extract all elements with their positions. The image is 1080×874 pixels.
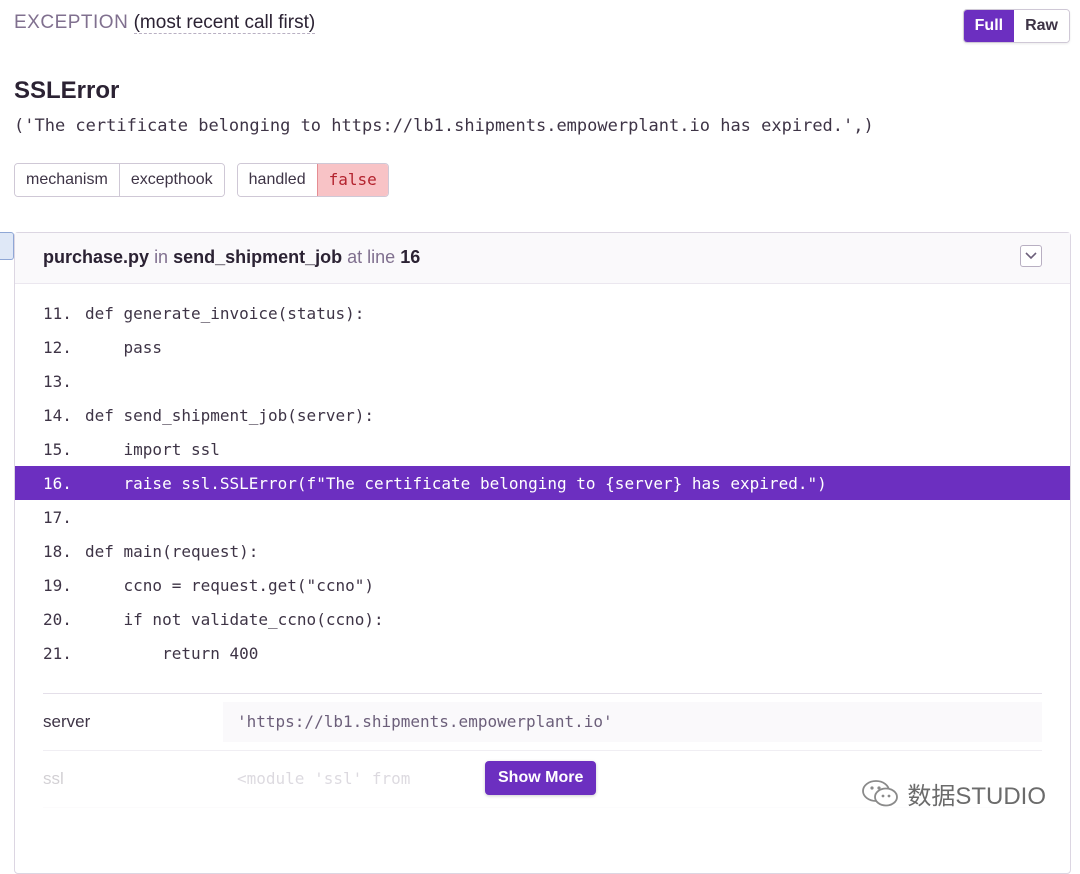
code-line: 13. <box>15 364 1070 398</box>
raw-view-button[interactable]: Raw <box>1014 10 1069 42</box>
frame-line-number: 16 <box>400 247 421 267</box>
code-text: ccno = request.get("ccno") <box>85 575 374 595</box>
code-text: def generate_invoice(status): <box>85 303 365 323</box>
line-number: 12. <box>43 337 72 357</box>
frame-header[interactable]: purchase.py in send_shipment_job at line… <box>15 233 1070 284</box>
line-number: 13. <box>43 371 72 391</box>
frame-at-line-word: at line <box>347 247 396 267</box>
variable-name: server <box>43 712 91 731</box>
line-number: 16. <box>43 473 72 493</box>
handled-tag[interactable]: handled false <box>236 163 389 197</box>
code-text: return 400 <box>85 643 259 663</box>
watermark-text: 数据STUDIO <box>907 783 1046 810</box>
code-line: 12. pass <box>15 330 1070 364</box>
code-line: 19. ccno = request.get("ccno") <box>15 568 1070 602</box>
code-line: 11. def generate_invoice(status): <box>15 296 1070 330</box>
exception-value: ('The certificate belonging to https://l… <box>14 116 874 136</box>
tag-key: handled <box>237 164 317 196</box>
chevron-down-icon <box>1025 252 1037 260</box>
code-line: 21. return 400 <box>15 636 1070 670</box>
wechat-icon <box>862 779 899 806</box>
code-text: import ssl <box>85 439 220 459</box>
frame-title: purchase.py in send_shipment_job at line… <box>43 247 420 268</box>
code-text: raise ssl.SSLError(f"The certificate bel… <box>85 473 827 493</box>
exception-header: EXCEPTION (most recent call first) <box>14 12 316 34</box>
frame-in-word: in <box>154 247 169 267</box>
code-context: 11. def generate_invoice(status): 12. pas… <box>15 296 1070 670</box>
line-number: 20. <box>43 609 72 629</box>
code-text: def main(request): <box>85 541 259 561</box>
code-line: 18. def main(request): <box>15 534 1070 568</box>
call-order-label[interactable]: (most recent call first) <box>133 12 316 34</box>
code-text: if not validate_ccno(ccno): <box>85 609 384 629</box>
frame-marker-icon <box>0 232 14 260</box>
variable-value: 'https://lb1.shipments.empowerplant.io' <box>223 702 1042 742</box>
line-number: 18. <box>43 541 72 561</box>
line-number: 19. <box>43 575 72 595</box>
exception-section-label: EXCEPTION <box>14 12 129 33</box>
mechanism-tags: mechanism excepthook handled false <box>14 163 389 197</box>
variable-name: ssl <box>43 769 64 788</box>
full-view-button[interactable]: Full <box>963 10 1015 42</box>
watermark: 数据STUDIO <box>861 776 1046 811</box>
frame-function: send_shipment_job <box>173 247 343 267</box>
mechanism-tag[interactable]: mechanism excepthook <box>14 163 225 197</box>
view-toggle: Full Raw <box>962 9 1070 43</box>
collapse-frame-button[interactable] <box>1020 245 1042 267</box>
tag-value: excepthook <box>119 164 224 196</box>
line-number: 17. <box>43 507 72 527</box>
code-line: 17. <box>15 500 1070 534</box>
line-number: 11. <box>43 303 72 323</box>
code-line: 20. if not validate_ccno(ccno): <box>15 602 1070 636</box>
exception-type: SSLError <box>14 77 120 104</box>
code-line: 15. import ssl <box>15 432 1070 466</box>
line-number: 21. <box>43 643 72 663</box>
line-number: 15. <box>43 439 72 459</box>
line-number: 14. <box>43 405 72 425</box>
code-text: def send_shipment_job(server): <box>85 405 374 425</box>
code-line: 14. def send_shipment_job(server): <box>15 398 1070 432</box>
frame-filename: purchase.py <box>43 247 150 267</box>
active-code-line: 16. raise ssl.SSLError(f"The certificate… <box>15 466 1070 500</box>
tag-key: mechanism <box>15 164 120 196</box>
code-text: pass <box>85 337 163 357</box>
variable-row: server 'https://lb1.shipments.empowerpla… <box>43 694 1042 751</box>
show-more-button[interactable]: Show More <box>485 761 597 795</box>
tag-value: false <box>316 164 388 196</box>
